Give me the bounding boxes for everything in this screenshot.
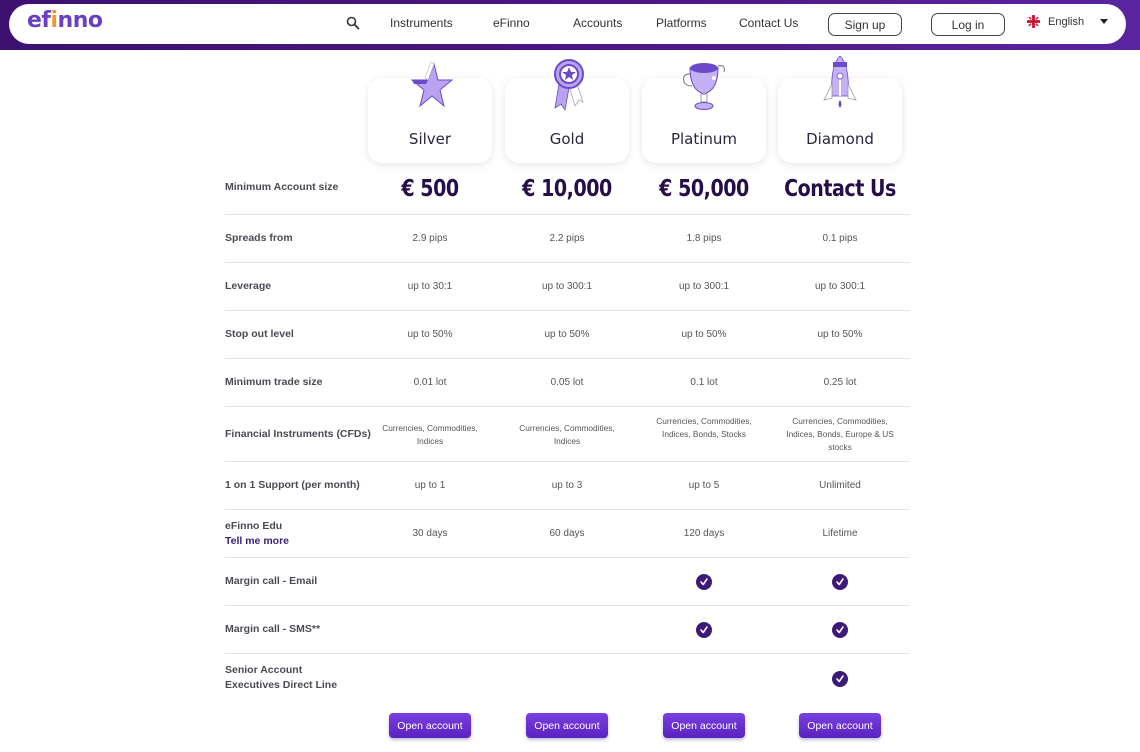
row-label: Margin call - Email	[225, 575, 318, 587]
cell-value: 2.9 pips	[412, 233, 448, 244]
nav-contact-us[interactable]: Contact Us	[739, 16, 798, 30]
table-row: Margin call - Email	[225, 558, 910, 606]
trophy-icon	[674, 56, 734, 120]
cell-value: up to 300:1	[814, 281, 866, 292]
row-label: Spreads from	[225, 232, 293, 244]
cell-value: Currencies, Commodities, Indices	[382, 422, 478, 446]
cell-value: 0.25 lot	[823, 377, 857, 388]
check-cell	[778, 671, 902, 691]
login-button[interactable]: Log in	[931, 13, 1005, 36]
cell-value: Lifetime	[822, 528, 858, 539]
checkmark-icon	[832, 671, 848, 687]
cell-value: 60 days	[549, 528, 585, 539]
cell-value: Currencies, Commodities, Indices, Bonds,…	[656, 416, 752, 439]
search-icon[interactable]	[346, 16, 360, 30]
row-label-text: eFinno Edu	[225, 520, 283, 532]
table-row: Minimum trade size 0.01 lot 0.05 lot 0.1 lo…	[225, 359, 910, 407]
table-row: 1 on 1 Support (per month) up to 1 up to 3…	[225, 462, 910, 510]
cell-value: Unlimited	[819, 480, 861, 491]
row-label: Minimum trade size	[225, 376, 323, 388]
nav-platforms[interactable]: Platforms	[656, 16, 707, 30]
nav-efinno[interactable]: eFinno	[493, 16, 530, 30]
cell-value: 0.05 lot	[550, 377, 584, 388]
rocket-icon	[810, 55, 870, 120]
cell-value: up to 50%	[681, 329, 727, 340]
open-account-button-platinum[interactable]: Open account	[663, 713, 745, 738]
open-account-button-gold[interactable]: Open account	[526, 713, 608, 738]
price-value: € 10,000	[522, 176, 612, 202]
price-value: € 50,000	[659, 176, 749, 202]
cell-value: up to 50%	[407, 329, 453, 340]
table-row: Spreads from 2.9 pips 2.2 pips 1.8 pips 0.1 …	[225, 215, 910, 263]
check-cell	[642, 574, 766, 594]
plan-name: Platinum	[670, 130, 738, 148]
row-label: Senior Account Executives Direct Line	[225, 664, 338, 691]
cell-value: up to 50%	[817, 329, 863, 340]
cell-value: Currencies, Commodities, Indices, Bonds,…	[786, 416, 894, 452]
uk-flag-icon	[1027, 15, 1040, 28]
row-label: eFinno Edu Tell me more	[225, 519, 289, 549]
table-row: Stop out level up to 50% up to 50% up to 50…	[225, 311, 910, 359]
table-row: Senior Account Executives Direct Line	[225, 654, 910, 704]
row-label: Financial Instruments (CFDs)	[225, 427, 371, 440]
checkmark-icon	[696, 574, 712, 590]
price-value: € 500	[401, 176, 459, 202]
cell-value: up to 300:1	[678, 281, 730, 292]
plan-name: Diamond	[806, 130, 874, 148]
medal-icon	[537, 56, 597, 120]
cell-value: up to 300:1	[541, 281, 593, 292]
cell-value: 120 days	[683, 528, 725, 539]
plan-name: Gold	[549, 130, 585, 148]
cell-value: 1.8 pips	[686, 233, 722, 244]
price-value: Contact Us	[784, 176, 896, 202]
table-row: Margin call - SMS**	[225, 606, 910, 654]
cell-value: 0.1 pips	[822, 233, 858, 244]
check-cell	[642, 622, 766, 642]
cell-value: Currencies, Commodities, Indices	[519, 422, 615, 446]
cell-value: 30 days	[412, 528, 448, 539]
row-label: 1 on 1 Support (per month)	[225, 479, 360, 491]
language-label: English	[1048, 15, 1085, 28]
language-selector[interactable]: English	[1027, 15, 1109, 28]
cell-value: 2.2 pips	[549, 233, 585, 244]
table-row: eFinno Edu Tell me more 30 days 60 days 120 …	[225, 510, 910, 558]
open-account-button-silver[interactable]: Open account	[389, 713, 471, 738]
row-label: Margin call - SMS**	[225, 623, 321, 635]
signup-button[interactable]: Sign up	[828, 13, 902, 36]
cell-value: up to 50%	[544, 329, 590, 340]
checkmark-icon	[832, 574, 848, 590]
table-row-min-account: Minimum Account size € 500 € 10,000 € 50,00…	[225, 166, 910, 215]
check-cell	[778, 574, 902, 594]
table-row: Financial Instruments (CFDs) Currencies, …	[225, 407, 910, 462]
star-icon	[400, 56, 460, 120]
checkmark-icon	[696, 622, 712, 638]
cell-value: up to 30:1	[407, 281, 453, 292]
logo[interactable]: efinno	[27, 8, 103, 33]
cell-value: up to 3	[551, 480, 583, 491]
navbar: efinno Instruments eFinno Accounts Platf…	[9, 4, 1126, 44]
row-label: Leverage	[225, 280, 272, 292]
row-label: Minimum Account size	[225, 181, 339, 193]
cell-value: 0.1 lot	[690, 377, 718, 388]
cell-value: 0.01 lot	[413, 377, 447, 388]
plan-name: Silver	[408, 130, 452, 148]
chevron-down-icon	[1100, 19, 1109, 24]
checkmark-icon	[832, 622, 848, 638]
cell-value: up to 1	[414, 480, 446, 491]
nav-accounts[interactable]: Accounts	[573, 16, 622, 30]
open-account-button-diamond[interactable]: Open account	[799, 713, 881, 738]
tell-me-more-link[interactable]: Tell me more	[225, 534, 289, 549]
table-row: Leverage up to 30:1 up to 300:1 up to 300:1…	[225, 263, 910, 311]
row-label: Stop out level	[225, 328, 294, 340]
nav-instruments[interactable]: Instruments	[390, 16, 453, 30]
check-cell	[778, 622, 902, 642]
cell-value: up to 5	[688, 480, 720, 491]
